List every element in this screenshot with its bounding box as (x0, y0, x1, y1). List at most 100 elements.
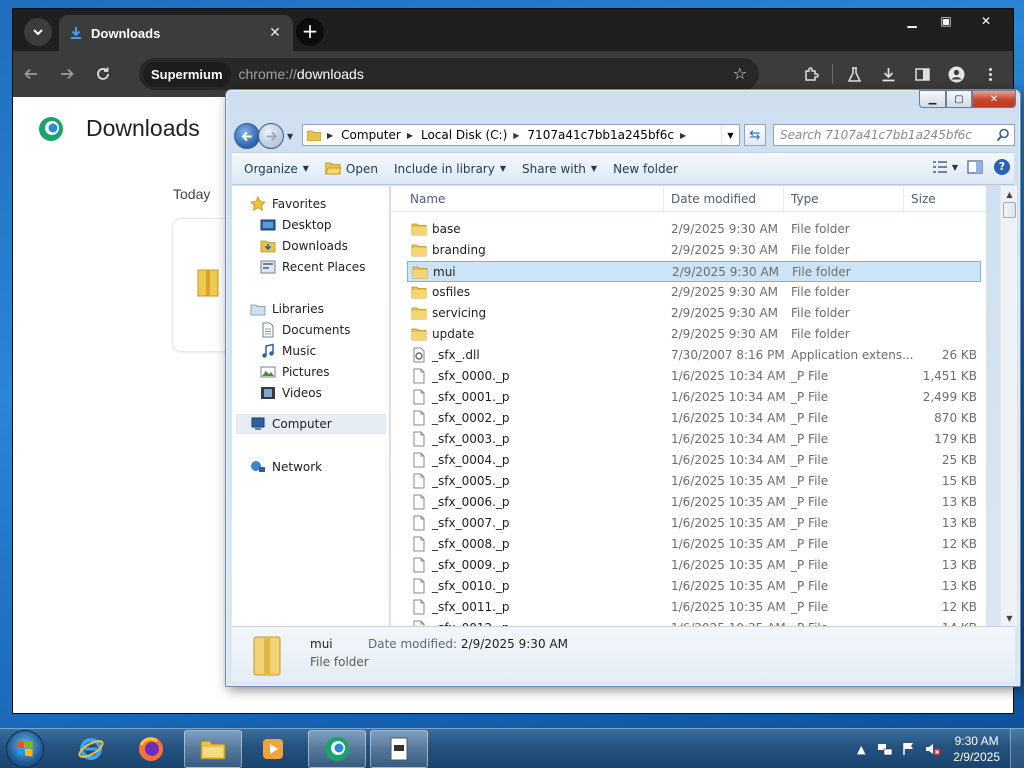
explorer-maximize-button[interactable]: ▢ (946, 90, 972, 108)
help-icon[interactable]: ? (994, 159, 1010, 175)
supermium-icon (325, 737, 349, 761)
file-row[interactable]: _sfx_0001._p 1/6/2025 10:34 AM _P File 2,49… (407, 387, 981, 408)
side-panel-button[interactable] (905, 57, 939, 91)
profile-button[interactable] (939, 57, 973, 91)
address-bar[interactable]: Supermium chrome://downloads ☆ (139, 58, 759, 90)
taskbar-firefox[interactable] (122, 730, 180, 768)
file-row[interactable]: _sfx_0006._p 1/6/2025 10:35 AM _P File 13 K… (407, 492, 981, 513)
nav-videos[interactable]: Videos (260, 383, 322, 403)
scroll-down-button[interactable]: ▼ (1001, 610, 1018, 626)
file-row[interactable]: _sfx_0000._p 1/6/2025 10:34 AM _P File 1,45… (407, 366, 981, 387)
downloads-button[interactable] (871, 57, 905, 91)
bookmark-star-icon[interactable]: ☆ (733, 64, 747, 83)
nav-libraries[interactable]: Libraries (250, 299, 324, 319)
nav-network[interactable]: Network (250, 457, 322, 477)
tab-close-icon[interactable]: ✕ (267, 25, 283, 41)
change-view-button[interactable] (931, 158, 949, 176)
nav-downloads[interactable]: Downloads (260, 236, 348, 256)
file-type: _P File (791, 516, 829, 530)
system-clock[interactable]: 9:30 AM 2/9/2025 (953, 733, 1000, 765)
file-row[interactable]: _sfx_0004._p 1/6/2025 10:34 AM _P File 25 K… (407, 450, 981, 471)
file-row[interactable]: _sfx_0010._p 1/6/2025 10:35 AM _P File 13 K… (407, 576, 981, 597)
file-row[interactable]: _sfx_0005._p 1/6/2025 10:35 AM _P File 15 K… (407, 471, 981, 492)
preview-pane-button[interactable] (966, 158, 984, 176)
file-row[interactable]: _sfx_0003._p 1/6/2025 10:34 AM _P File 179 … (407, 429, 981, 450)
action-center-flag-icon[interactable] (900, 740, 918, 758)
extensions-button[interactable] (794, 57, 828, 91)
vertical-scrollbar[interactable]: ▲ ▼ (1000, 186, 1017, 626)
labs-button[interactable] (837, 57, 871, 91)
include-in-library-button[interactable]: Include in library ▼ (386, 157, 514, 181)
taskbar-media-player[interactable] (244, 730, 302, 768)
refresh-button[interactable]: ⇆ (744, 124, 766, 146)
open-button[interactable]: Open (317, 157, 386, 181)
scroll-thumb[interactable] (1003, 202, 1016, 218)
breadcrumb-separator-icon[interactable]: ▶ (513, 131, 519, 140)
menu-button[interactable] (973, 57, 1007, 91)
nav-computer[interactable]: Computer (236, 414, 386, 434)
file-row[interactable]: osfiles 2/9/2025 9:30 AM File folder (407, 282, 981, 303)
breadcrumb-current-folder[interactable]: 7107a41c7bb1a245bf6c (527, 128, 674, 142)
organize-button[interactable]: Organize ▼ (236, 157, 317, 181)
file-row[interactable]: _sfx_0009._p 1/6/2025 10:35 AM _P File 13 K… (407, 555, 981, 576)
file-row[interactable]: base 2/9/2025 9:30 AM File folder (407, 219, 981, 240)
tab-downloads[interactable]: Downloads ✕ (59, 15, 293, 51)
tab-search-button[interactable] (24, 18, 52, 46)
column-name[interactable]: Name (410, 192, 445, 206)
reload-button[interactable] (85, 56, 121, 92)
file-row[interactable]: mui 2/9/2025 9:30 AM File folder (407, 261, 981, 282)
nav-music[interactable]: Music (260, 341, 316, 361)
forward-button[interactable] (49, 56, 85, 92)
explorer-forward-button[interactable] (258, 123, 284, 149)
close-button[interactable]: ✕ (963, 11, 1009, 31)
nav-recent-places[interactable]: Recent Places (260, 257, 365, 277)
address-dropdown-button[interactable]: ▼ (721, 125, 739, 145)
file-row[interactable]: _sfx_0011._p 1/6/2025 10:35 AM _P File 12 K… (407, 597, 981, 618)
show-hidden-icons-button[interactable]: ▲ (852, 740, 870, 758)
explorer-back-button[interactable] (234, 123, 260, 149)
file-row[interactable]: _sfx_0012._p1/6/2025 10:35 AM_P File14 K… (407, 618, 981, 626)
file-row[interactable]: _sfx_0002._p 1/6/2025 10:34 AM _P File 870 … (407, 408, 981, 429)
search-icon[interactable] (996, 128, 1010, 142)
site-chip[interactable]: Supermium (143, 61, 231, 87)
nav-favorites[interactable]: Favorites (250, 194, 326, 214)
explorer-minimize-button[interactable]: ▁ (919, 90, 946, 108)
nav-documents[interactable]: Documents (260, 320, 350, 340)
scroll-up-button[interactable]: ▲ (1001, 186, 1018, 202)
share-with-button[interactable]: Share with ▼ (514, 157, 605, 181)
taskbar-file-explorer[interactable] (184, 730, 242, 768)
view-dropdown-icon[interactable]: ▼ (952, 163, 958, 172)
breadcrumb-local-disk[interactable]: Local Disk (C:) (421, 128, 507, 142)
minimize-button[interactable]: ▁ (895, 11, 929, 31)
file-row[interactable]: update 2/9/2025 9:30 AM File folder (407, 324, 981, 345)
taskbar-supermium[interactable] (308, 730, 366, 768)
recent-pages-dropdown[interactable]: ▼ (287, 132, 293, 141)
column-type[interactable]: Type (791, 192, 819, 206)
explorer-search-input[interactable]: Search 7107a41c7bb1a245bf6c (773, 124, 1015, 146)
taskbar-document-app[interactable] (370, 730, 428, 768)
breadcrumb-separator-icon[interactable]: ▶ (680, 131, 686, 140)
explorer-close-button[interactable]: ✕ (972, 90, 1016, 108)
column-size[interactable]: Size (911, 192, 936, 206)
file-row[interactable]: _sfx_.dll 7/30/2007 8:16 PM Application ex… (407, 345, 981, 366)
start-button[interactable] (6, 730, 44, 768)
maximize-button[interactable]: ▣ (929, 11, 963, 31)
new-tab-button[interactable]: + (296, 18, 324, 46)
breadcrumb-separator-icon[interactable]: ▶ (407, 131, 413, 140)
new-folder-button[interactable]: New folder (605, 157, 686, 181)
taskbar-internet-explorer[interactable] (62, 730, 120, 768)
more-vert-icon (988, 67, 992, 81)
file-row[interactable]: servicing 2/9/2025 9:30 AM File folder (407, 303, 981, 324)
volume-muted-icon[interactable] (924, 740, 942, 758)
file-row[interactable]: _sfx_0008._p 1/6/2025 10:35 AM _P File 12 K… (407, 534, 981, 555)
breadcrumb-computer[interactable]: Computer (341, 128, 401, 142)
explorer-address-bar[interactable]: ▶ Computer ▶ Local Disk (C:) ▶ 7107a41c7… (302, 124, 740, 146)
column-date-modified[interactable]: Date modified (671, 192, 756, 206)
show-desktop-button[interactable] (1010, 729, 1024, 768)
nav-pictures[interactable]: Pictures (260, 362, 330, 382)
back-button[interactable] (13, 56, 49, 92)
file-row[interactable]: branding 2/9/2025 9:30 AM File folder (407, 240, 981, 261)
nav-desktop[interactable]: Desktop (260, 215, 332, 235)
network-tray-icon[interactable] (876, 740, 894, 758)
file-row[interactable]: _sfx_0007._p 1/6/2025 10:35 AM _P File 13 K… (407, 513, 981, 534)
